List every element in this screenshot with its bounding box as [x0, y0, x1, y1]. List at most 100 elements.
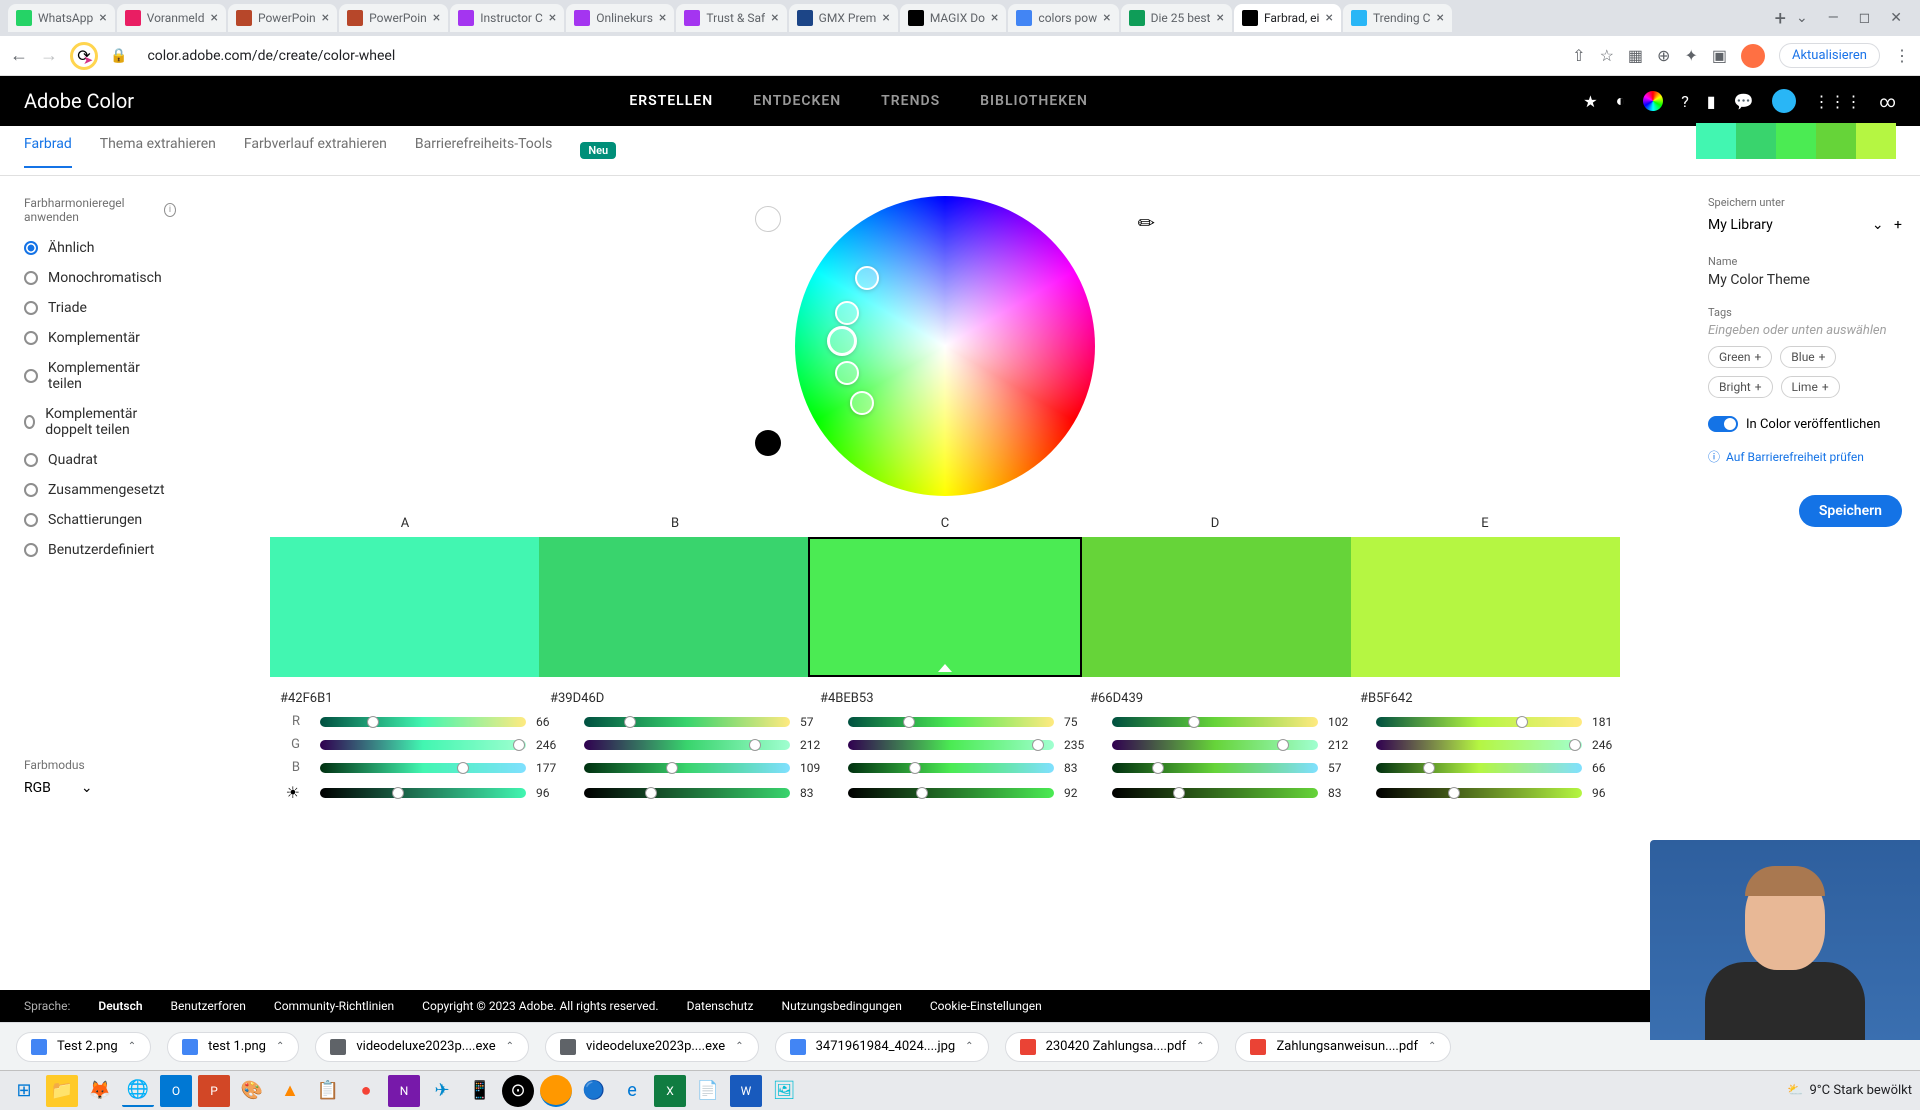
mini-swatch[interactable] [1696, 123, 1736, 159]
tag-chip[interactable]: Bright + [1708, 376, 1773, 398]
slider-value[interactable]: 102 [1328, 715, 1356, 729]
slider-value[interactable]: 177 [536, 761, 564, 775]
color-swatch[interactable] [270, 537, 539, 677]
harmony-rule-radio[interactable]: Triade [24, 300, 176, 316]
hex-value[interactable]: #42F6B1 [270, 691, 540, 706]
r-slider[interactable] [320, 717, 526, 727]
cloud-icon[interactable]: ∞ [1880, 92, 1896, 111]
hex-value[interactable]: #4BEB53 [810, 691, 1080, 706]
download-item[interactable]: Test 2.png⌃ [16, 1032, 151, 1062]
app-icon[interactable]: 🔵 [578, 1075, 610, 1107]
header-nav-item[interactable]: ERSTELLEN [629, 93, 713, 109]
chevron-up-icon[interactable]: ⌃ [965, 1041, 973, 1052]
outlook-icon[interactable]: O [160, 1075, 192, 1107]
tab-close-icon[interactable]: × [322, 10, 329, 26]
browser-tab[interactable]: PowerPoin× [228, 4, 337, 32]
app-icon[interactable] [540, 1075, 572, 1107]
publish-toggle[interactable] [1708, 416, 1738, 432]
profile-avatar[interactable] [1741, 44, 1765, 68]
add-icon[interactable]: + [1894, 217, 1902, 233]
window-close-icon[interactable]: ✕ [1890, 10, 1902, 26]
browser-tab[interactable]: Instructor C× [450, 4, 564, 32]
hex-value[interactable]: #B5F642 [1350, 691, 1620, 706]
slider-value[interactable]: 181 [1592, 715, 1620, 729]
tab-close-icon[interactable]: × [1103, 10, 1110, 26]
footer-link[interactable]: Benutzerforen [171, 999, 246, 1013]
extension-icon[interactable]: ▦ [1628, 46, 1643, 65]
start-button[interactable]: ⊞ [8, 1075, 40, 1107]
app-icon[interactable]: 🎨 [236, 1075, 268, 1107]
tab-close-icon[interactable]: × [659, 10, 666, 26]
browser-tab[interactable]: Voranmeld× [117, 4, 226, 32]
chat-icon[interactable]: 💬 [1734, 92, 1754, 111]
puzzle-icon[interactable]: ✦ [1684, 46, 1697, 65]
harmony-rule-radio[interactable]: Benutzerdefiniert [24, 542, 176, 558]
footer-link[interactable]: Datenschutz [687, 999, 754, 1013]
chevron-up-icon[interactable]: ⌃ [735, 1041, 743, 1052]
l-slider[interactable] [1376, 788, 1582, 798]
weather-widget[interactable]: ⛅ 9°C Stark bewölkt [1787, 1083, 1912, 1098]
download-item[interactable]: 230420 Zahlungsa....pdf⌃ [1005, 1032, 1220, 1062]
url-input[interactable]: color.adobe.com/de/create/color-wheel [139, 48, 1560, 64]
subnav-tab[interactable]: Farbverlauf extrahieren [244, 136, 387, 166]
bookmark-icon[interactable]: ▮ [1707, 92, 1716, 111]
obs-icon[interactable]: ⊙ [502, 1075, 534, 1107]
tab-close-icon[interactable]: × [549, 10, 556, 26]
app-icon[interactable]: 📄 [692, 1075, 724, 1107]
slider-value[interactable]: 109 [800, 761, 828, 775]
app-icon[interactable]: 📋 [312, 1075, 344, 1107]
browser-tab[interactable]: Onlinekurs× [566, 4, 674, 32]
tab-close-icon[interactable]: × [99, 10, 106, 26]
harmony-rule-radio[interactable]: Komplementär teilen [24, 360, 176, 392]
app-icon[interactable]: ● [350, 1075, 382, 1107]
slider-value[interactable]: 83 [800, 786, 828, 800]
color-wheel-icon[interactable] [1643, 91, 1663, 111]
download-item[interactable]: test 1.png⌃ [167, 1032, 299, 1062]
footer-link[interactable]: Cookie-Einstellungen [930, 999, 1042, 1013]
harmony-rule-radio[interactable]: Ähnlich [24, 240, 176, 256]
b-slider[interactable] [584, 763, 790, 773]
subnav-tab[interactable]: Thema extrahieren [100, 136, 216, 166]
browser-tab[interactable]: WhatsApp× [8, 4, 115, 32]
chevron-up-icon[interactable]: ⌃ [276, 1041, 284, 1052]
color-swatch[interactable] [808, 537, 1081, 677]
harmony-rule-radio[interactable]: Zusammengesetzt [24, 482, 176, 498]
slider-value[interactable]: 246 [536, 738, 564, 752]
b-slider[interactable] [1112, 763, 1318, 773]
slider-value[interactable]: 212 [800, 738, 828, 752]
mini-swatch[interactable] [1776, 123, 1816, 159]
g-slider[interactable] [320, 740, 526, 750]
download-item[interactable]: videodeluxe2023p....exe⌃ [315, 1032, 529, 1062]
eyedropper-icon[interactable]: ✎ [1132, 209, 1161, 238]
mini-swatch[interactable] [1736, 123, 1776, 159]
chrome-icon[interactable]: 🌐 [122, 1075, 154, 1107]
slider-value[interactable]: 92 [1064, 786, 1092, 800]
star-icon[interactable]: ★ [1583, 92, 1597, 111]
tab-close-icon[interactable]: × [433, 10, 440, 26]
footer-link[interactable]: Community-Richtlinien [274, 999, 394, 1013]
g-slider[interactable] [1112, 740, 1318, 750]
onenote-icon[interactable]: N [388, 1075, 420, 1107]
slider-value[interactable]: 96 [536, 786, 564, 800]
browser-tab[interactable]: colors pow× [1008, 4, 1118, 32]
slider-value[interactable]: 83 [1064, 761, 1092, 775]
window-maximize-icon[interactable]: ◻ [1859, 10, 1871, 26]
bookmark-icon[interactable]: ☆ [1600, 46, 1614, 65]
tab-close-icon[interactable]: × [771, 10, 778, 26]
language-select[interactable]: Deutsch [98, 999, 142, 1013]
l-slider[interactable] [1112, 788, 1318, 798]
tags-input[interactable]: Eingeben oder unten auswählen [1708, 323, 1902, 338]
firefox-icon[interactable]: 🦊 [84, 1075, 116, 1107]
slider-value[interactable]: 246 [1592, 738, 1620, 752]
harmony-rule-radio[interactable]: Quadrat [24, 452, 176, 468]
tag-chip[interactable]: Blue + [1780, 346, 1836, 368]
moon-icon[interactable]: ◐ [1616, 91, 1626, 111]
adobe-logo[interactable]: Adobe Color [24, 89, 134, 113]
harmony-rule-radio[interactable]: Monochromatisch [24, 270, 176, 286]
browser-tab[interactable]: PowerPoin× [339, 4, 448, 32]
color-swatch[interactable] [1351, 537, 1620, 677]
theme-name-input[interactable]: My Color Theme [1708, 272, 1902, 288]
b-slider[interactable] [1376, 763, 1582, 773]
slider-value[interactable]: 212 [1328, 738, 1356, 752]
download-item[interactable]: 3471961984_4024....jpg⌃ [775, 1032, 989, 1062]
